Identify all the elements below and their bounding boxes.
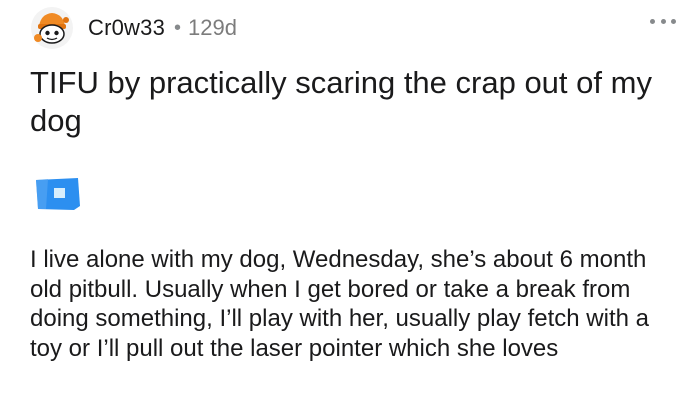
snoo-avatar-icon (31, 7, 73, 49)
meta-separator: • (174, 16, 182, 39)
post-image-placeholder[interactable] (34, 176, 82, 212)
more-options-button[interactable] (650, 12, 676, 30)
user-avatar[interactable] (30, 6, 74, 50)
image-placeholder-icon (36, 178, 80, 210)
more-options-icon (650, 18, 655, 24)
author-username[interactable]: Cr0w33 (88, 15, 165, 41)
post-title[interactable]: TIFU by practically scaring the crap out… (30, 64, 680, 140)
post-body: I live alone with my dog, Wednesday, she… (30, 246, 649, 362)
post-age: 129d (188, 15, 237, 40)
more-options-dot (660, 18, 666, 24)
more-options-dot (671, 18, 676, 24)
post-header: Cr0w33 • 129d (30, 6, 680, 50)
